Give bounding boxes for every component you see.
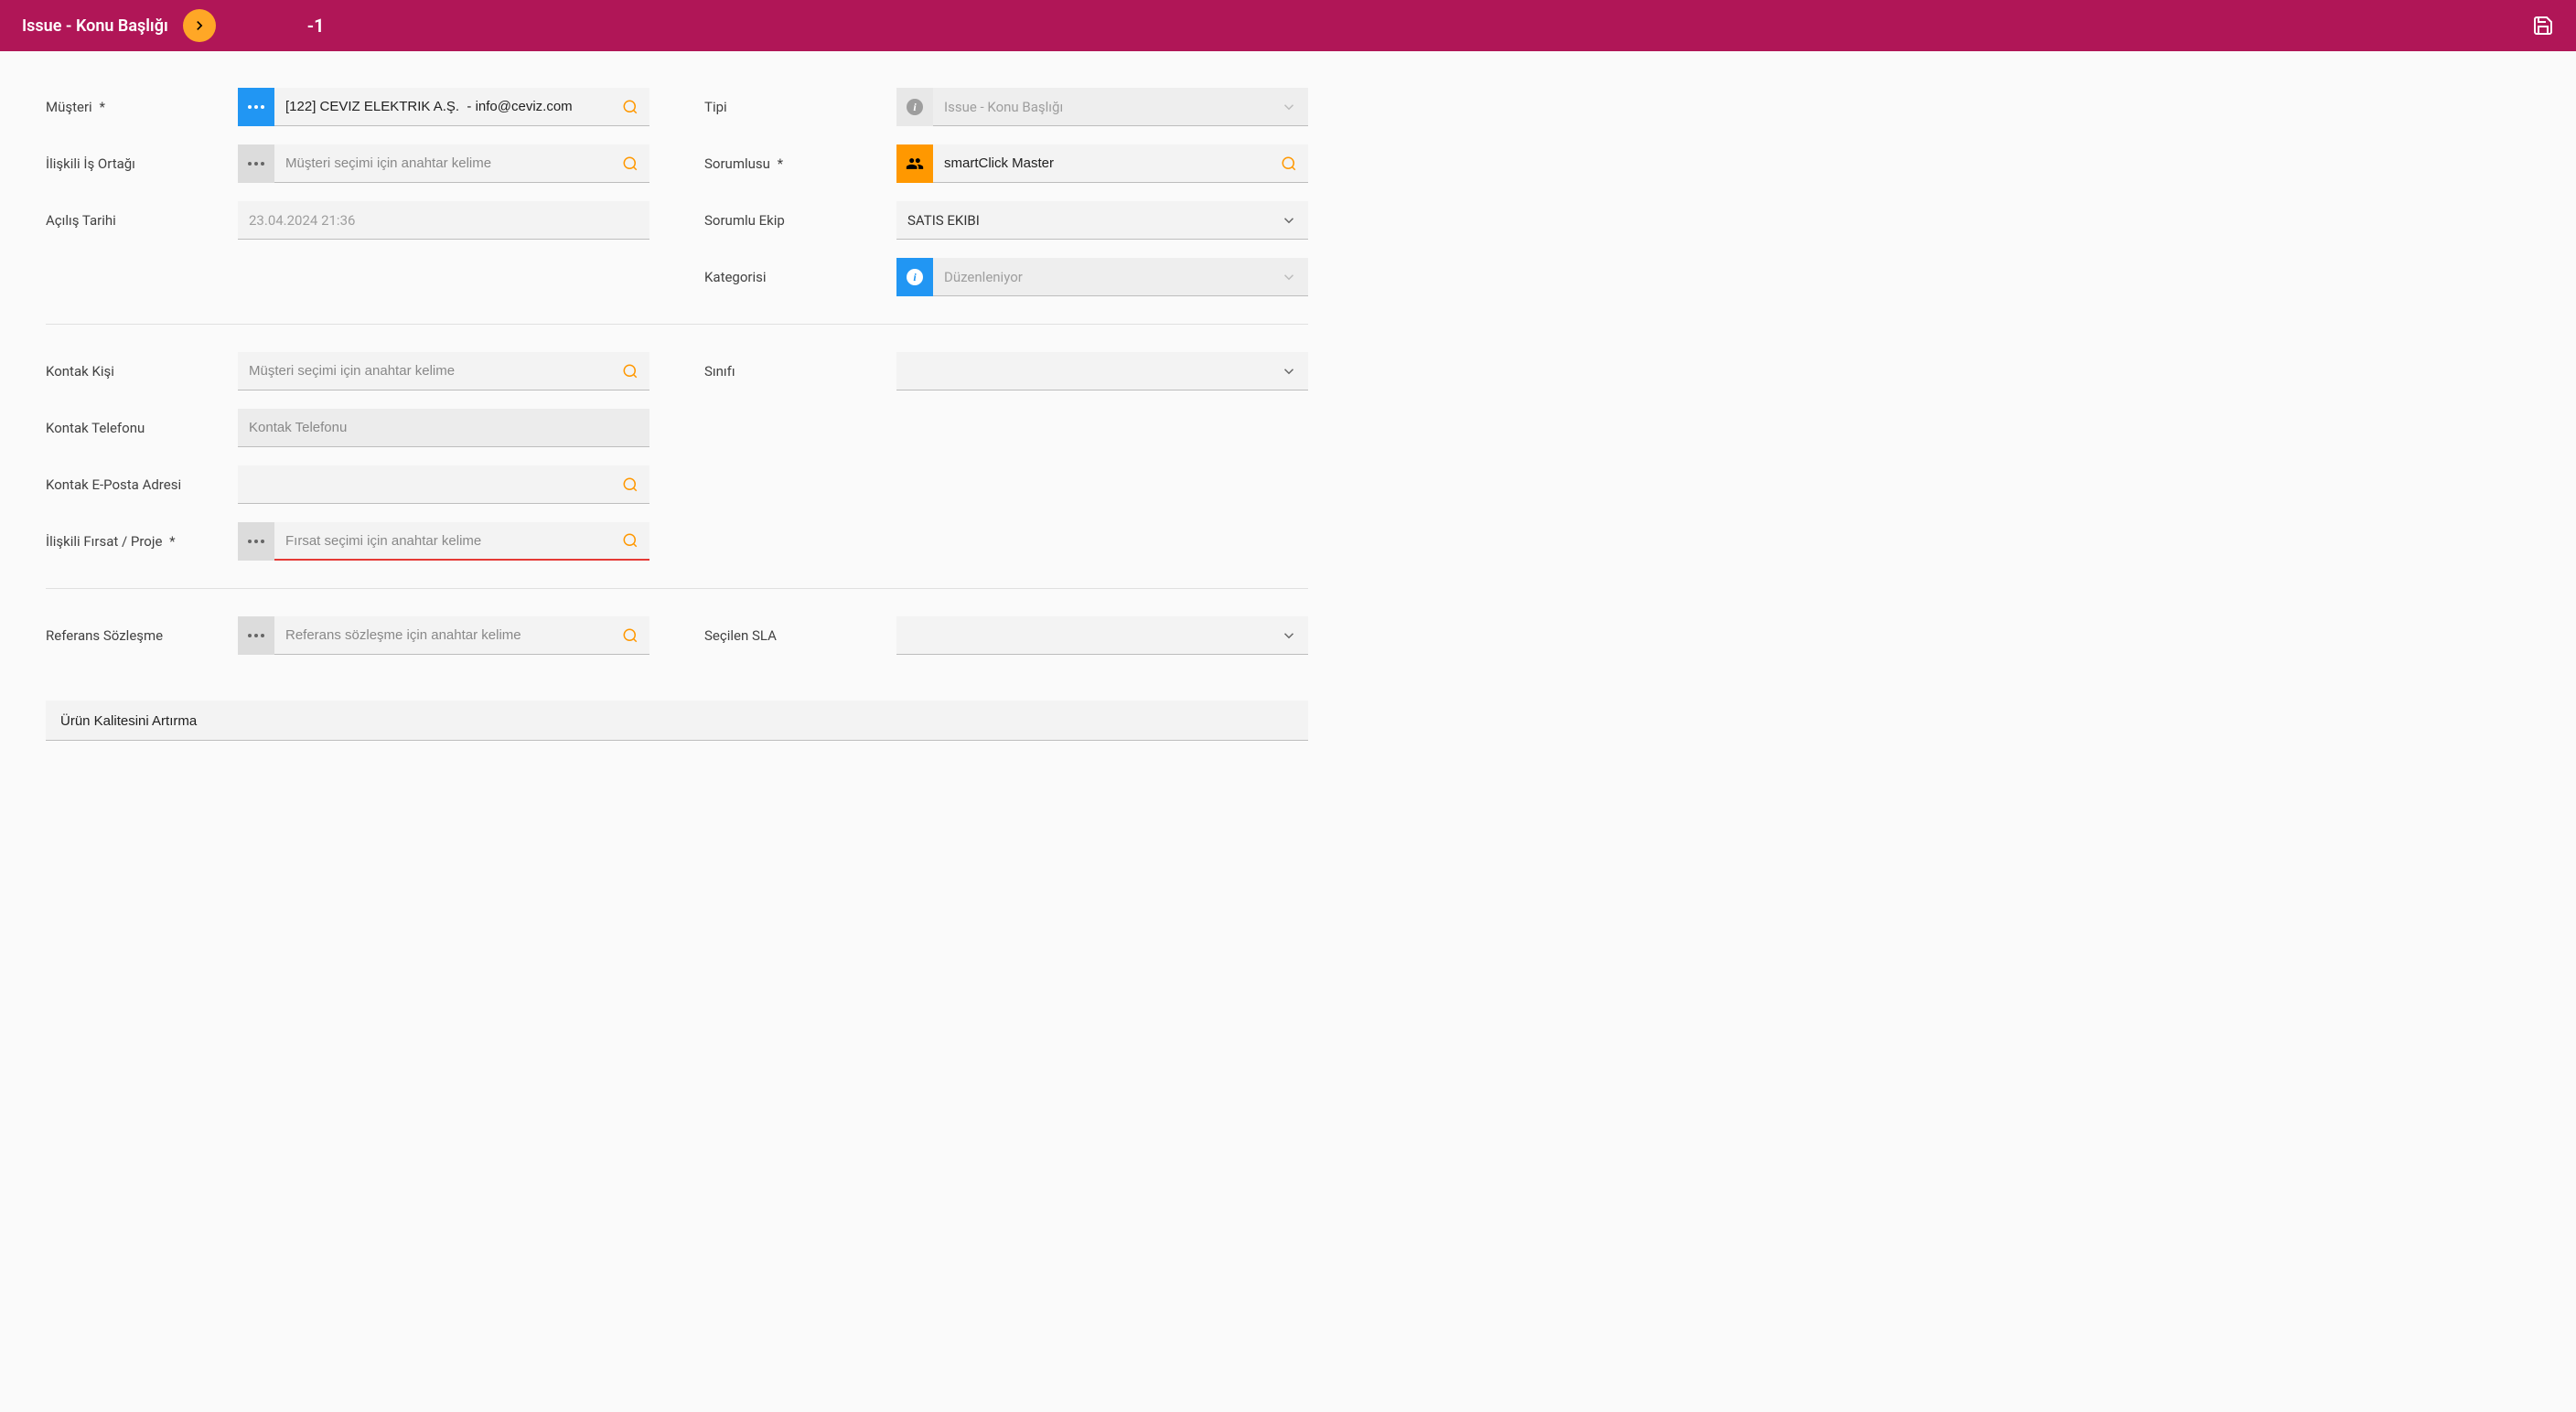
label-sorumlusu: Sorumlusu * [704,155,896,172]
section-reference: Referans Sözleşme Seçilen SLA [46,616,1308,682]
kontak-kisi-search-button[interactable] [622,363,639,380]
kontak-eposta-search-button[interactable] [622,476,639,493]
column-left: Referans Sözleşme [46,616,649,655]
label-kontak-telefonu: Kontak Telefonu [46,420,238,436]
search-icon [622,476,639,493]
sorumlusu-users-button[interactable] [896,144,933,183]
is-ortagi-input[interactable] [285,144,615,182]
dots-icon [248,634,264,637]
section-basic: Müşteri * İlişkili İş Ortağı [46,88,1308,325]
label-kontak-eposta: Kontak E-Posta Adresi [46,476,238,493]
users-icon [906,155,924,173]
label-iliskili-firsat: İlişkili Fırsat / Proje * [46,533,238,550]
row-sorumlusu: Sorumlusu * [704,144,1308,183]
chevron-down-icon [1281,212,1297,229]
row-iliskili-is-ortagi: İlişkili İş Ortağı [46,144,649,183]
column-left: Müşteri * İlişkili İş Ortağı [46,88,649,296]
sorumlusu-search-button[interactable] [1281,155,1297,172]
row-kategorisi: Kategorisi i Düzenleniyor [704,258,1308,296]
column-right: Sınıfı [704,352,1308,561]
chevron-down-icon [1281,269,1297,285]
label-musteri: Müşteri * [46,99,238,115]
kontak-eposta-input[interactable] [249,465,615,503]
row-kontak-kisi: Kontak Kişi [46,352,649,390]
urun-input-wrap [46,701,1308,741]
firsat-input[interactable] [285,522,615,559]
label-kategorisi: Kategorisi [704,269,896,285]
label-sorumlu-ekip: Sorumlu Ekip [704,212,896,229]
row-sinifi: Sınıfı [704,352,1308,390]
chevron-down-icon [1281,363,1297,380]
label-acilis-tarihi: Açılış Tarihi [46,212,238,229]
sinifi-select[interactable] [896,352,1308,390]
referans-input[interactable] [285,616,615,654]
chevron-down-icon [1281,99,1297,115]
is-ortagi-menu-button[interactable] [238,144,274,183]
acilis-tarihi-value: 23.04.2024 21:36 [249,212,639,229]
info-icon: i [907,269,923,285]
dots-icon [248,105,264,109]
record-id: -1 [307,15,325,37]
search-icon [622,627,639,644]
sorumlusu-input[interactable] [944,144,1273,182]
search-icon [622,363,639,380]
column-left: Kontak Kişi Kontak Telefonu [46,352,649,561]
form-content: Müşteri * İlişkili İş Ortağı [0,51,1354,777]
tipi-select: Issue - Konu Başlığı [933,88,1308,126]
row-acilis-tarihi: Açılış Tarihi 23.04.2024 21:36 [46,201,649,240]
section-contact: Kontak Kişi Kontak Telefonu [46,352,1308,589]
row-musteri: Müşteri * [46,88,649,126]
kategorisi-info-button[interactable]: i [896,258,933,296]
search-icon [622,99,639,115]
label-sinifi: Sınıfı [704,363,896,380]
urun-input[interactable] [60,713,1293,729]
label-iliskili-is-ortagi: İlişkili İş Ortağı [46,155,238,172]
sorumlu-ekip-select[interactable]: SATIS EKIBI [896,201,1308,240]
musteri-input[interactable] [285,88,615,125]
row-iliskili-firsat: İlişkili Fırsat / Proje * [46,522,649,561]
row-kontak-telefonu: Kontak Telefonu [46,409,649,447]
is-ortagi-search-button[interactable] [622,155,639,172]
musteri-menu-button[interactable] [238,88,274,126]
search-icon [622,155,639,172]
search-icon [1281,155,1297,172]
label-tipi: Tipi [704,99,896,115]
row-referans-sozlesme: Referans Sözleşme [46,616,649,655]
save-button[interactable] [2532,15,2554,37]
label-referans-sozlesme: Referans Sözleşme [46,627,238,644]
referans-menu-button[interactable] [238,616,274,655]
label-secilen-sla: Seçilen SLA [704,627,896,644]
expand-button[interactable] [183,9,216,42]
page-title: Issue - Konu Başlığı [22,16,168,36]
column-right: Tipi i Issue - Konu Başlığı Sorumlusu [704,88,1308,296]
firsat-search-button[interactable] [622,532,639,549]
label-kontak-kisi: Kontak Kişi [46,363,238,380]
column-right: Seçilen SLA [704,616,1308,655]
kontak-telefonu-input[interactable] [249,409,639,446]
save-icon [2532,15,2554,37]
page-header: Issue - Konu Başlığı -1 [0,0,2576,51]
row-secilen-sla: Seçilen SLA [704,616,1308,655]
chevron-right-icon [190,16,209,35]
dots-icon [248,540,264,543]
dots-icon [248,162,264,166]
musteri-search-button[interactable] [622,99,639,115]
row-kontak-eposta: Kontak E-Posta Adresi [46,465,649,504]
chevron-down-icon [1281,627,1297,644]
row-tipi: Tipi i Issue - Konu Başlığı [704,88,1308,126]
sla-select[interactable] [896,616,1308,655]
search-icon [622,532,639,549]
kontak-kisi-input[interactable] [249,352,615,390]
firsat-menu-button[interactable] [238,522,274,561]
referans-search-button[interactable] [622,627,639,644]
tipi-info-button[interactable]: i [896,88,933,126]
kategorisi-select: Düzenleniyor [933,258,1308,296]
info-icon: i [907,99,923,115]
row-sorumlu-ekip: Sorumlu Ekip SATIS EKIBI [704,201,1308,240]
